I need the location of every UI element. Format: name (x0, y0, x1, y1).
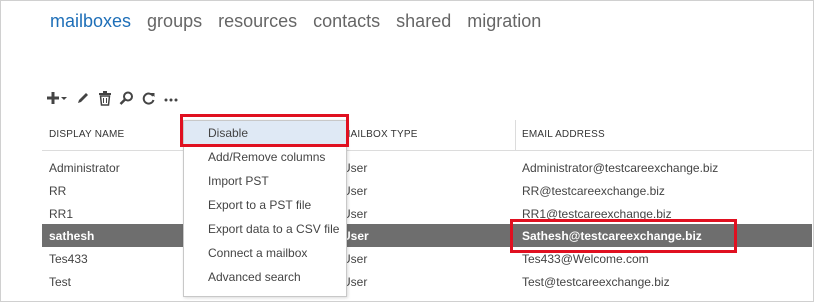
display-name-cell: RR (49, 184, 67, 198)
email-address-cell: Test@testcareexchange.biz (522, 275, 670, 289)
edit-icon (78, 93, 88, 103)
nav-tabs: mailboxes groups resources contacts shar… (50, 11, 557, 32)
tab-shared[interactable]: shared (396, 11, 451, 32)
tab-groups[interactable]: groups (147, 11, 202, 32)
menu-item-connect-mailbox[interactable]: Connect a mailbox (184, 241, 346, 265)
email-address-cell: RR@testcareexchange.biz (522, 184, 665, 198)
tab-migration[interactable]: migration (467, 11, 541, 32)
tab-mailboxes[interactable]: mailboxes (50, 11, 131, 32)
menu-item-label: Import PST (208, 174, 269, 188)
toolbar (46, 90, 179, 106)
more-icon (164, 98, 178, 102)
display-name-cell: RR1 (49, 207, 74, 221)
menu-item-label: Connect a mailbox (208, 246, 308, 260)
refresh-icon (142, 92, 155, 104)
display-name-cell: sathesh (49, 229, 95, 243)
search-button[interactable] (119, 91, 134, 106)
tab-resources[interactable]: resources (218, 11, 297, 32)
menu-item-export-pst[interactable]: Export to a PST file (184, 193, 346, 217)
email-address-cell: Administrator@testcareexchange.biz (522, 161, 719, 175)
delete-icon (99, 91, 111, 106)
menu-item-label: Export data to a CSV file (208, 222, 340, 236)
display-name-cell: Test (49, 275, 72, 289)
email-address-cell: Tes433@Welcome.com (522, 252, 649, 266)
more-button[interactable] (163, 91, 179, 105)
menu-item-label: Export to a PST file (208, 198, 312, 212)
menu-item-label: Add/Remove columns (208, 150, 326, 164)
column-header-display-name[interactable]: DISPLAY NAME (49, 129, 124, 140)
table-row[interactable]: Test User Test@testcareexchange.biz (42, 270, 812, 293)
list-header: DISPLAY NAME MAILBOX TYPE EMAIL ADDRESS (42, 120, 812, 151)
menu-item-advanced-search[interactable]: Advanced search (184, 265, 346, 289)
column-header-mailbox-type[interactable]: MAILBOX TYPE (342, 129, 418, 140)
dropdown-arrow-icon (61, 97, 67, 100)
menu-item-add-remove-columns[interactable]: Add/Remove columns (184, 145, 346, 169)
menu-item-export-csv[interactable]: Export data to a CSV file (184, 217, 346, 241)
menu-item-label: Advanced search (208, 270, 301, 284)
new-button[interactable] (46, 91, 68, 105)
edit-button[interactable] (75, 90, 91, 106)
delete-button[interactable] (98, 90, 112, 106)
tab-contacts[interactable]: contacts (313, 11, 380, 32)
column-divider (515, 120, 516, 150)
annotation-highlight-email (510, 219, 737, 253)
add-icon (47, 92, 59, 104)
table-row[interactable]: RR User RR@testcareexchange.biz (42, 179, 812, 202)
search-icon (119, 91, 133, 105)
refresh-button[interactable] (141, 91, 156, 106)
table-row[interactable]: Administrator User Administrator@testcar… (42, 156, 812, 179)
display-name-cell: Tes433 (49, 252, 88, 266)
menu-item-import-pst[interactable]: Import PST (184, 169, 346, 193)
display-name-cell: Administrator (49, 161, 120, 175)
annotation-highlight-disable (180, 114, 349, 147)
column-header-email-address[interactable]: EMAIL ADDRESS (522, 129, 605, 140)
